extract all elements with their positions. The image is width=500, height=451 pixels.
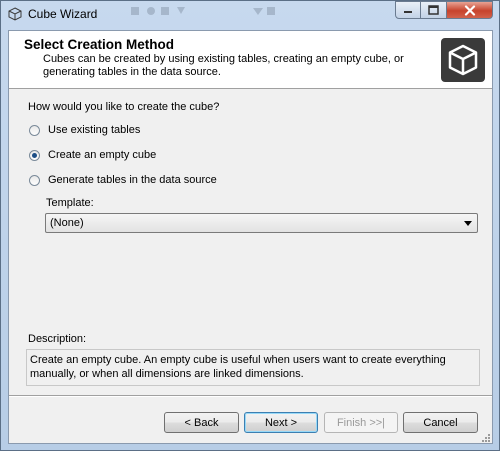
radio-dot bbox=[32, 152, 37, 158]
description-label: Description: bbox=[28, 333, 87, 345]
maximize-icon bbox=[428, 5, 439, 15]
footer-divider bbox=[9, 395, 492, 397]
maximize-button[interactable] bbox=[421, 1, 447, 19]
finish-button[interactable]: Finish >>| bbox=[324, 412, 398, 433]
option-create-empty-cube[interactable]: Create an empty cube bbox=[29, 149, 156, 161]
minimize-button[interactable] bbox=[395, 1, 421, 19]
back-button[interactable]: < Back bbox=[164, 412, 239, 433]
close-button[interactable] bbox=[447, 1, 493, 19]
cube-app-icon bbox=[8, 7, 22, 21]
wizard-page: Select Creation Method Cubes can be crea… bbox=[8, 30, 493, 444]
cancel-button[interactable]: Cancel bbox=[403, 412, 478, 433]
template-dropdown[interactable]: (None) bbox=[45, 213, 478, 233]
cube-icon bbox=[441, 38, 485, 82]
page-title: Select Creation Method bbox=[24, 37, 175, 52]
radio-button[interactable] bbox=[29, 124, 40, 136]
option-label[interactable]: Generate tables in the data source bbox=[48, 174, 217, 186]
next-button[interactable]: Next > bbox=[244, 412, 318, 433]
chevron-down-icon bbox=[464, 221, 472, 226]
cube-wizard-window: Cube Wizard Select Creation Method Cubes… bbox=[0, 0, 500, 451]
option-label[interactable]: Create an empty cube bbox=[48, 149, 156, 161]
radio-button[interactable] bbox=[29, 174, 40, 186]
close-icon bbox=[464, 4, 475, 16]
template-label: Template: bbox=[46, 197, 94, 209]
creation-question: How would you like to create the cube? bbox=[28, 101, 220, 113]
background-toolbar-icons-2 bbox=[253, 7, 275, 15]
option-use-existing-tables[interactable]: Use existing tables bbox=[29, 124, 140, 136]
window-title: Cube Wizard bbox=[28, 7, 98, 21]
template-selected-value: (None) bbox=[50, 217, 84, 229]
background-toolbar-icons bbox=[131, 7, 185, 15]
radio-button-selected[interactable] bbox=[29, 149, 40, 161]
description-box: Create an empty cube. An empty cube is u… bbox=[26, 349, 480, 386]
title-bar[interactable]: Cube Wizard bbox=[1, 1, 499, 27]
resize-grip-icon[interactable] bbox=[479, 433, 491, 443]
option-label[interactable]: Use existing tables bbox=[48, 124, 140, 136]
wizard-header: Select Creation Method Cubes can be crea… bbox=[9, 31, 492, 89]
option-generate-tables[interactable]: Generate tables in the data source bbox=[29, 174, 217, 186]
page-description: Cubes can be created by using existing t… bbox=[43, 53, 404, 78]
minimize-icon bbox=[404, 11, 412, 13]
